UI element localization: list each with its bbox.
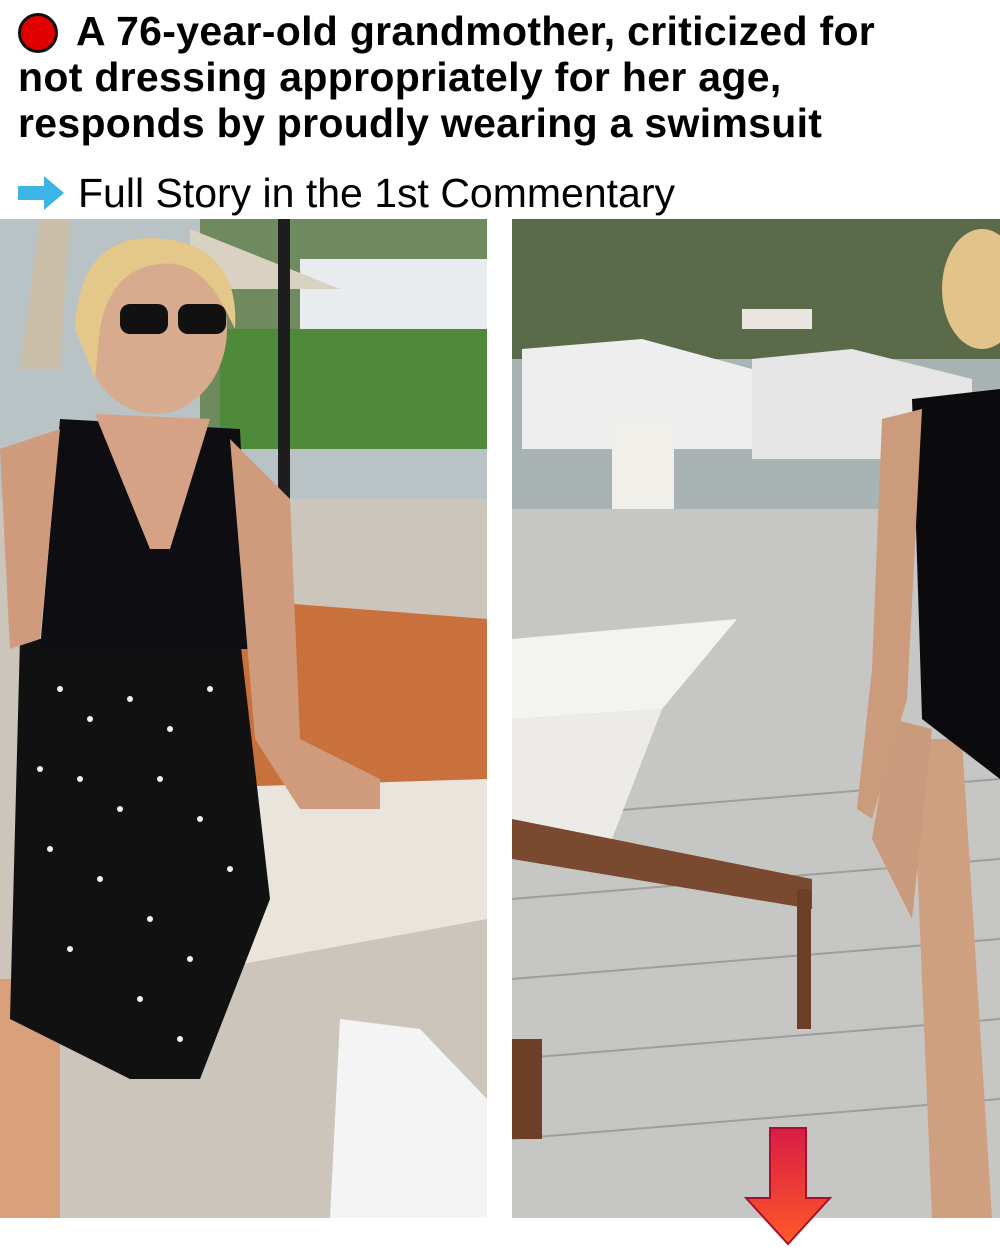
headline-line-3: responds by proudly wearing a swimsuit — [18, 100, 823, 146]
photo-left — [0, 219, 487, 1218]
headline: A 76-year-old grandmother, criticized fo… — [18, 8, 978, 146]
full-story-link[interactable]: Full Story in the 1st Commentary — [18, 168, 675, 218]
full-story-text: Full Story in the 1st Commentary — [78, 170, 675, 216]
right-arrow-icon — [18, 176, 64, 210]
headline-line-1: A 76-year-old grandmother, criticized fo… — [76, 8, 876, 54]
down-arrow-icon — [744, 1127, 832, 1246]
headline-line-2: not dressing appropriately for her age, — [18, 54, 782, 100]
photo-right — [512, 219, 1000, 1218]
